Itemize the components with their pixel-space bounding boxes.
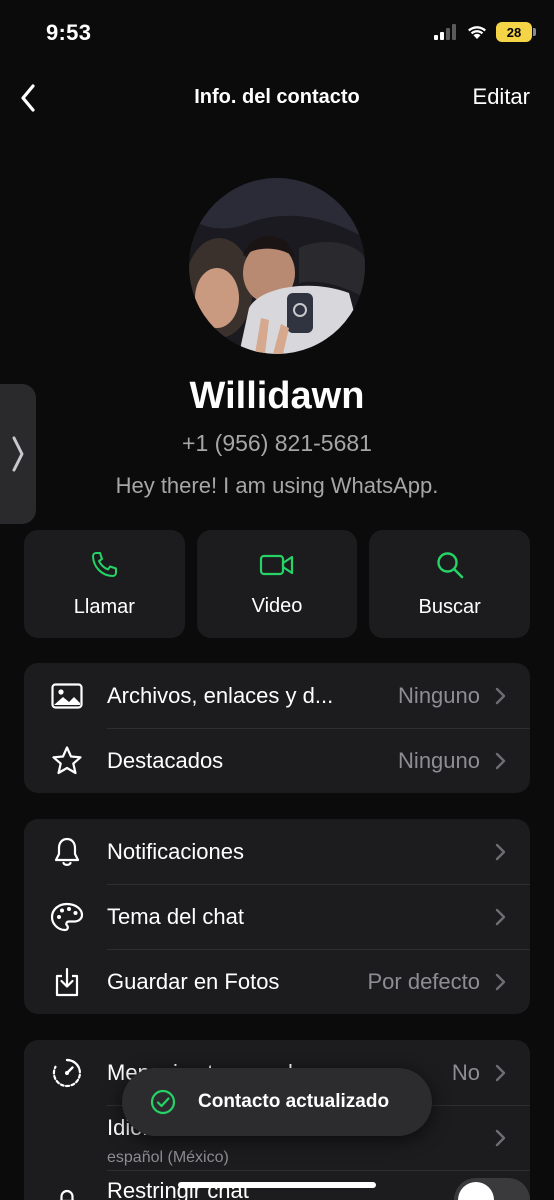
divider [107, 884, 530, 885]
check-circle-icon [150, 1089, 176, 1115]
call-label: Llamar [73, 595, 135, 618]
avatar[interactable] [189, 178, 365, 354]
edit-button[interactable]: Editar [473, 84, 530, 110]
chat-theme-row[interactable]: Tema del chat [24, 884, 530, 949]
settings-section: Notificaciones Tema del chat Guardar en [24, 819, 530, 1014]
toggle-knob [458, 1182, 494, 1200]
video-label: Video [251, 594, 303, 617]
media-section: Archivos, enlaces y d... Ninguno Destaca… [24, 663, 530, 793]
restrict-chat-toggle[interactable] [454, 1178, 530, 1200]
quick-actions: Llamar Video Buscar [24, 530, 531, 638]
toast-text: Contacto actualizado [198, 1091, 390, 1112]
profile-photo [189, 178, 365, 354]
page-title: Info. del contacto [194, 86, 360, 108]
video-button[interactable]: Video [196, 530, 358, 638]
contact-name: Willidawn [189, 375, 365, 417]
lock-icon [50, 1186, 84, 1200]
star-icon [50, 744, 84, 778]
divider [107, 1170, 530, 1171]
chevron-right-icon [495, 843, 506, 860]
contact-phone: +1 (956) 821-5681 [182, 430, 372, 456]
palette-icon [50, 900, 84, 934]
divider [107, 728, 530, 729]
translation-language-value: español (México) [107, 1149, 229, 1166]
status-bar: 9:53 28 [0, 0, 554, 66]
chat-theme-label: Tema del chat [107, 903, 244, 929]
download-icon [50, 965, 84, 999]
starred-value: Ninguno [398, 747, 480, 773]
chevron-right-icon [495, 908, 506, 925]
wifi-icon [468, 26, 486, 39]
media-links-docs-label: Archivos, enlaces y d... [107, 682, 334, 708]
signal-icon [434, 24, 456, 40]
side-panel-handle[interactable] [0, 384, 36, 524]
phone-icon [92, 551, 118, 577]
notifications-row[interactable]: Notificaciones [24, 819, 530, 884]
battery-indicator: 28 [496, 22, 536, 42]
media-links-docs-row[interactable]: Archivos, enlaces y d... Ninguno [24, 663, 530, 728]
save-to-photos-value: Por defecto [367, 968, 480, 994]
starred-row[interactable]: Destacados Ninguno [24, 728, 530, 793]
battery-level: 28 [506, 24, 522, 40]
save-to-photos-row[interactable]: Guardar en Fotos Por defecto [24, 949, 530, 1014]
video-icon [259, 554, 294, 575]
toast-notification: Contacto actualizado [122, 1068, 432, 1136]
starred-label: Destacados [107, 747, 224, 773]
contact-about: Hey there! I am using WhatsApp. [115, 473, 439, 498]
image-icon [50, 679, 84, 713]
status-icons: 28 [434, 22, 536, 42]
chevron-right-icon [495, 1064, 506, 1081]
status-time: 9:53 [46, 20, 92, 45]
chevron-right-icon [495, 687, 506, 704]
chevron-right-icon [495, 752, 506, 769]
chevron-right-icon [12, 436, 24, 472]
search-button[interactable]: Buscar [369, 530, 531, 638]
notifications-label: Notificaciones [107, 838, 244, 864]
nav-bar: Info. del contacto Editar [0, 66, 554, 130]
search-label: Buscar [418, 595, 481, 618]
search-icon [436, 551, 463, 578]
call-button[interactable]: Llamar [24, 530, 185, 638]
disappearing-messages-value: No [451, 1059, 480, 1085]
home-indicator [178, 1182, 376, 1188]
divider [107, 949, 530, 950]
bell-icon [50, 835, 84, 869]
save-to-photos-label: Guardar en Fotos [107, 968, 280, 994]
chevron-right-icon [495, 1129, 506, 1146]
media-links-docs-value: Ninguno [398, 682, 480, 708]
timer-icon [50, 1056, 84, 1090]
chevron-right-icon [495, 973, 506, 990]
